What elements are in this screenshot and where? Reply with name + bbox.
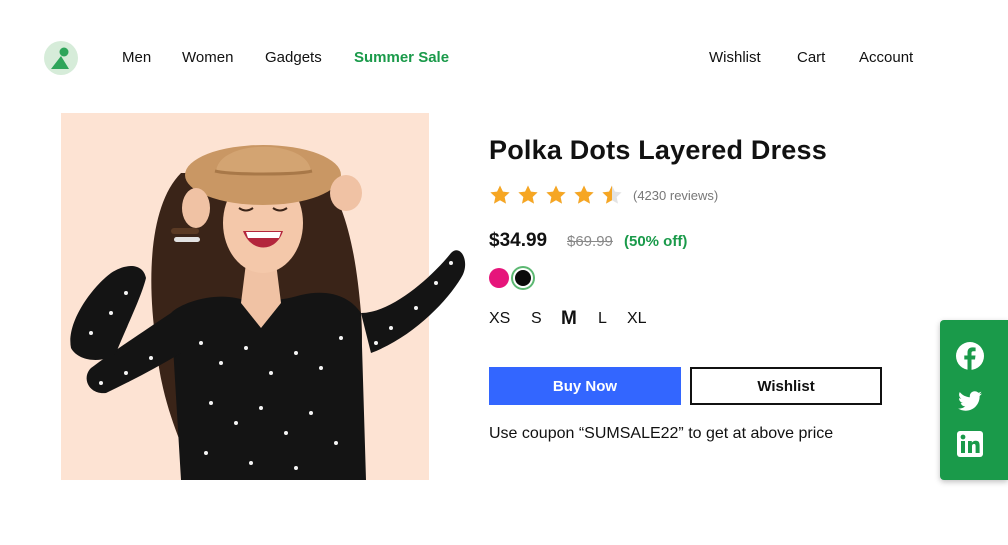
nav-gadgets[interactable]: Gadgets xyxy=(265,49,322,66)
coupon-text: Use coupon “SUMSALE22” to get at above p… xyxy=(489,425,834,442)
size-option-xs[interactable]: XS xyxy=(489,310,510,328)
nav-summer-sale[interactable]: Summer Sale xyxy=(354,49,449,66)
twitter-icon[interactable] xyxy=(956,387,984,415)
sale-price: $34.99 xyxy=(489,230,548,251)
social-share-bar xyxy=(940,320,1008,480)
product-image xyxy=(61,113,466,480)
wishlist-button[interactable]: Wishlist xyxy=(690,367,882,405)
nav-cart[interactable]: Cart xyxy=(797,49,825,66)
size-option-xl[interactable]: XL xyxy=(627,310,647,328)
brand-logo-icon[interactable] xyxy=(44,41,78,75)
color-swatch-pink[interactable] xyxy=(489,268,509,288)
size-option-l[interactable]: L xyxy=(598,310,607,328)
rating-stars xyxy=(489,184,623,206)
star-icon xyxy=(546,185,566,204)
size-option-s[interactable]: S xyxy=(531,310,542,328)
buy-now-button[interactable]: Buy Now xyxy=(489,367,681,405)
product-title: Polka Dots Layered Dress xyxy=(489,135,827,165)
nav-women[interactable]: Women xyxy=(182,49,233,66)
star-icon xyxy=(518,185,538,204)
nav-men[interactable]: Men xyxy=(122,49,151,66)
size-option-m[interactable]: M xyxy=(561,308,577,330)
star-icon xyxy=(490,185,510,204)
original-price: $69.99 xyxy=(567,233,613,250)
color-swatch-black[interactable] xyxy=(515,270,531,286)
star-icon xyxy=(602,185,622,204)
facebook-icon[interactable] xyxy=(956,342,984,370)
star-icon xyxy=(574,185,594,204)
review-count[interactable]: (4230 reviews) xyxy=(633,188,718,203)
nav-wishlist[interactable]: Wishlist xyxy=(709,49,761,66)
discount-label: (50% off) xyxy=(624,233,688,250)
linkedin-icon[interactable] xyxy=(956,430,984,458)
nav-account[interactable]: Account xyxy=(859,49,913,66)
